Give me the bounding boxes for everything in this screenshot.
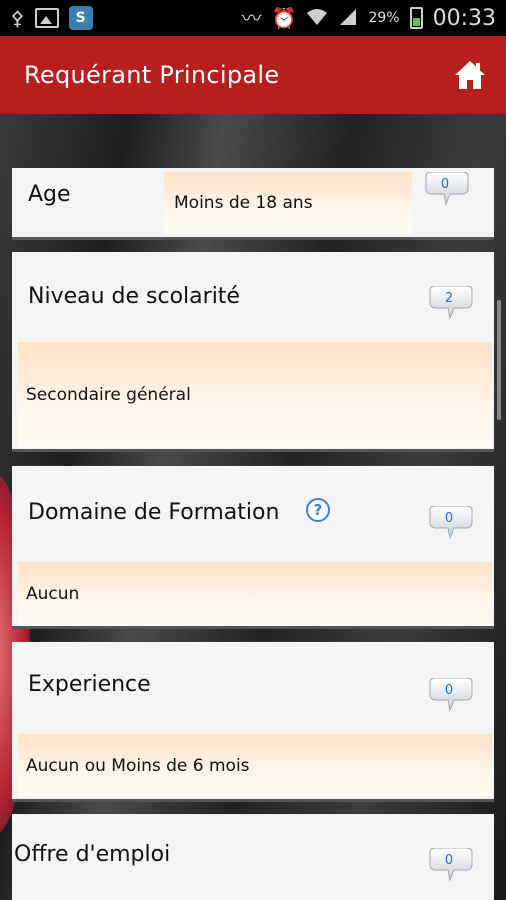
help-icon[interactable]: ? xyxy=(306,498,330,522)
alarm-icon: ⏰ xyxy=(271,6,297,30)
skype-icon: S xyxy=(68,6,93,30)
age-select[interactable]: Moins de 18 ans xyxy=(164,172,412,234)
list-item-offre-emploi[interactable]: Offre d'emploi 0 xyxy=(12,814,494,900)
domaine-formation-select[interactable]: Aucun xyxy=(18,562,492,626)
signal-icon xyxy=(338,7,358,30)
home-icon[interactable] xyxy=(452,57,488,93)
item-value: Aucun xyxy=(26,584,80,604)
comment-count: 0 xyxy=(444,511,454,526)
item-value: Aucun ou Moins de 6 mois xyxy=(26,756,250,776)
item-label: Offre d'emploi xyxy=(14,842,171,867)
item-value: Secondaire général xyxy=(26,385,191,405)
page-title: Requérant Principale xyxy=(24,61,280,89)
list-item-niveau-scolarite[interactable]: Niveau de scolarité 2 Secondaire général xyxy=(12,252,494,452)
usb-icon: ⚴ xyxy=(10,6,25,30)
comment-bubble-icon[interactable]: 2 xyxy=(426,286,476,322)
clock: 00:33 xyxy=(432,5,496,31)
item-label: Domaine de Formation xyxy=(28,500,280,525)
status-bar-left: ⚴ S xyxy=(10,6,93,30)
list-item-age[interactable]: Age Moins de 18 ans 0 xyxy=(12,168,494,240)
item-value: Moins de 18 ans xyxy=(174,193,313,213)
experience-select[interactable]: Aucun ou Moins de 6 mois xyxy=(18,734,492,798)
comment-bubble-icon[interactable]: 0 xyxy=(426,848,476,884)
battery-percent: 29% xyxy=(368,10,400,26)
niveau-scolarite-select[interactable]: Secondaire général xyxy=(18,342,492,448)
image-icon xyxy=(34,8,59,28)
comment-count: 2 xyxy=(444,291,454,306)
list-item-domaine-formation[interactable]: Domaine de Formation ? 0 Aucun xyxy=(12,466,494,629)
comment-count: 0 xyxy=(444,853,454,868)
wifi-icon xyxy=(306,7,328,30)
list-item-experience[interactable]: Experience 0 Aucun ou Moins de 6 mois xyxy=(12,642,494,802)
comment-bubble-icon[interactable]: 0 xyxy=(426,678,476,714)
item-label: Age xyxy=(28,182,71,207)
action-bar: Requérant Principale xyxy=(0,36,506,114)
comment-count: 0 xyxy=(440,177,450,192)
comment-bubble-icon[interactable]: 0 xyxy=(426,506,476,542)
vibrate-icon: 〰 xyxy=(241,6,262,30)
item-label: Experience xyxy=(28,672,151,697)
battery-charging-icon xyxy=(409,7,423,29)
status-bar: ⚴ S 〰 ⏰ 29% 00:33 xyxy=(0,0,506,36)
comment-bubble-icon[interactable]: 0 xyxy=(422,172,472,208)
criteria-list[interactable]: Age Moins de 18 ans 0 Niveau de scolarit… xyxy=(12,168,494,900)
status-bar-right: 〰 ⏰ 29% 00:33 xyxy=(242,6,496,31)
comment-count: 0 xyxy=(444,683,454,698)
item-label: Niveau de scolarité xyxy=(28,284,240,309)
scrollbar[interactable] xyxy=(497,300,501,420)
